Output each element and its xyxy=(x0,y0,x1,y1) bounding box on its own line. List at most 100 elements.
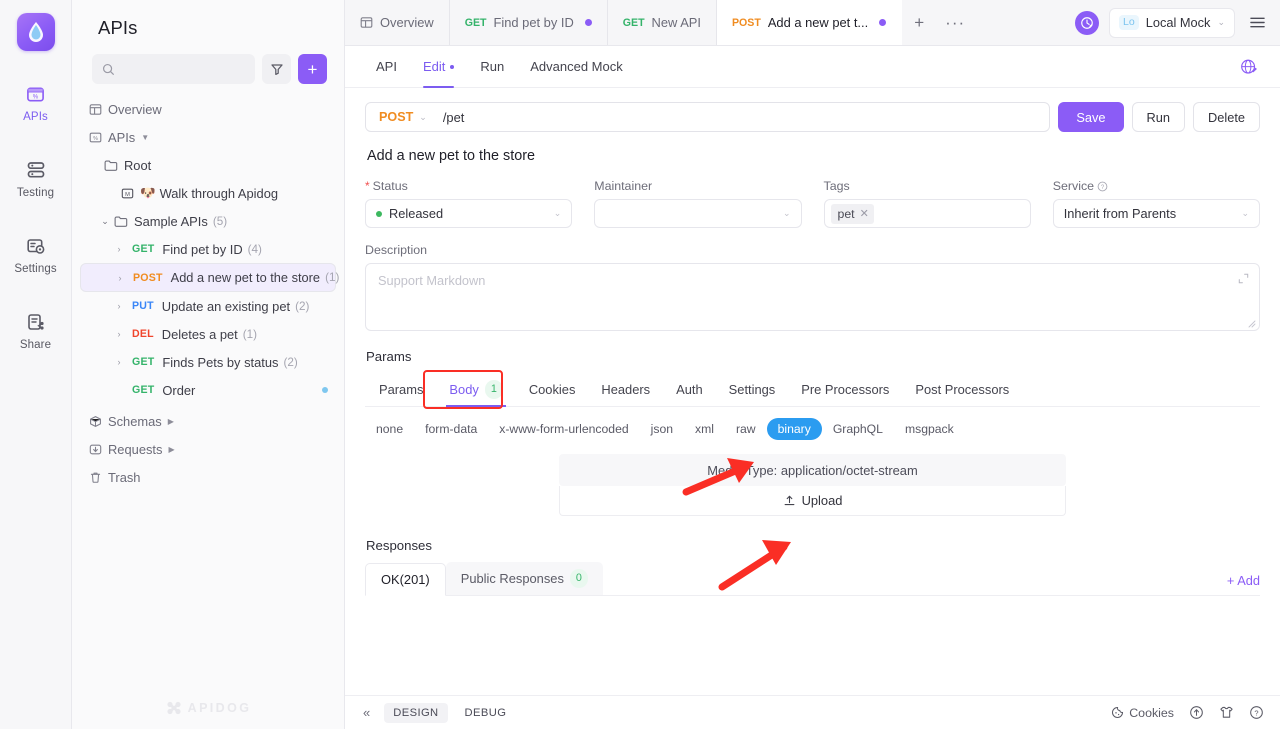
run-button[interactable]: Run xyxy=(1131,102,1185,132)
cookies-button[interactable]: Cookies xyxy=(1111,706,1174,720)
history-button[interactable] xyxy=(1075,10,1100,35)
menu-button[interactable] xyxy=(1242,16,1272,29)
question-icon[interactable]: ? xyxy=(1097,181,1108,192)
tree-item-root[interactable]: Root xyxy=(80,151,336,179)
chevron-right-icon[interactable]: › xyxy=(112,301,126,311)
body-type-x-www-form-urlencoded[interactable]: x-www-form-urlencoded xyxy=(488,418,639,440)
design-mode-button[interactable]: DESIGN xyxy=(384,702,448,723)
params-tab-params[interactable]: Params xyxy=(365,373,436,406)
chevron-down-icon[interactable]: ▼ xyxy=(141,133,149,142)
service-select[interactable]: Inherit from Parents ⌄ xyxy=(1052,199,1260,228)
field-service: Service ? Inherit from Parents ⌄ xyxy=(1052,179,1260,228)
new-tab-button[interactable]: + xyxy=(902,0,936,45)
rail-item-apis[interactable]: % APIs xyxy=(0,73,72,127)
add-api-button[interactable]: + xyxy=(298,54,327,84)
tree-item-add-new-pet[interactable]: › POST Add a new pet to the store (1) xyxy=(80,263,339,292)
chevron-right-icon[interactable]: › xyxy=(113,273,127,283)
tree-item-find-pet-by-id[interactable]: › GET Find pet by ID (4) xyxy=(80,235,336,263)
tab-new-api[interactable]: GET New API xyxy=(608,0,717,45)
tag-chip[interactable]: pet ✕ xyxy=(830,203,874,224)
close-icon[interactable]: ✕ xyxy=(860,207,869,220)
field-tags-label-text: Tags xyxy=(823,179,850,193)
search-box[interactable] xyxy=(92,54,255,84)
tree-item-walkthrough[interactable]: M 🐶 Walk through Apidog xyxy=(80,179,336,207)
shirt-icon[interactable] xyxy=(1219,705,1234,720)
folder-icon xyxy=(112,215,130,228)
response-tab-ok201[interactable]: OK(201) xyxy=(365,563,446,596)
tree-item-overview[interactable]: Overview xyxy=(80,95,336,123)
tab-find-pet-by-id[interactable]: GET Find pet by ID xyxy=(450,0,608,45)
search-input[interactable] xyxy=(121,62,245,76)
params-tab-auth[interactable]: Auth xyxy=(663,373,716,406)
url-box[interactable]: POST ⌄ xyxy=(365,102,1051,132)
tree-item-requests[interactable]: Requests ▶ xyxy=(80,435,336,463)
method-selector[interactable]: POST ⌄ xyxy=(366,110,438,124)
globe-pencil-icon[interactable] xyxy=(1240,58,1258,76)
add-response-button[interactable]: + Add xyxy=(1227,573,1260,595)
tree-item-update-existing-pet[interactable]: › PUT Update an existing pet (2) xyxy=(80,292,336,320)
tree-item-sample-apis[interactable]: ⌄ Sample APIs (5) xyxy=(80,207,336,235)
expand-icon[interactable] xyxy=(1238,273,1249,284)
params-tab-headers[interactable]: Headers xyxy=(588,373,663,406)
debug-mode-button[interactable]: DEBUG xyxy=(456,703,516,723)
resize-handle[interactable] xyxy=(1247,319,1256,328)
delete-button[interactable]: Delete xyxy=(1193,102,1260,132)
response-tab-public-responses[interactable]: Public Responses 0 xyxy=(445,562,603,595)
rail-item-settings[interactable]: Settings xyxy=(0,225,72,279)
more-tabs-button[interactable]: ··· xyxy=(936,0,974,45)
body-type-none[interactable]: none xyxy=(365,418,414,440)
collapse-left-icon[interactable]: « xyxy=(357,705,376,720)
rail-item-share[interactable]: Share xyxy=(0,301,72,355)
tab-run[interactable]: Run xyxy=(467,46,517,88)
params-tab-body[interactable]: Body 1 xyxy=(436,373,515,407)
tab-api[interactable]: API xyxy=(363,46,410,88)
save-button[interactable]: Save xyxy=(1058,102,1124,132)
chevron-right-icon[interactable]: › xyxy=(112,244,126,254)
chevron-right-icon[interactable]: › xyxy=(112,329,126,339)
tree-item-root-label: Root xyxy=(124,157,152,173)
tree-item-order[interactable]: GET Order xyxy=(80,376,336,404)
upload-circle-icon[interactable] xyxy=(1189,705,1204,720)
help-circle-icon[interactable]: ? xyxy=(1249,705,1264,720)
chevron-right-icon[interactable]: ▶ xyxy=(168,445,174,454)
body-type-raw[interactable]: raw xyxy=(725,418,767,440)
environment-selector[interactable]: Lo Local Mock ⌄ xyxy=(1109,7,1235,38)
responses-tabs: OK(201) Public Responses 0 + Add xyxy=(365,562,1260,596)
tree-item-finds-pets-by-status[interactable]: › GET Finds Pets by status (2) xyxy=(80,348,336,376)
body-type-xml[interactable]: xml xyxy=(684,418,725,440)
tree-item-trash[interactable]: Trash xyxy=(80,463,336,491)
upload-button[interactable]: Upload xyxy=(559,486,1066,516)
params-tab-post-processors[interactable]: Post Processors xyxy=(902,373,1022,406)
tab-add-a-new-pet[interactable]: POST Add a new pet t... xyxy=(716,0,903,45)
tree-item-schemas[interactable]: Schemas ▶ xyxy=(80,407,336,435)
body-type-form-data[interactable]: form-data xyxy=(414,418,488,440)
field-status-label-text: Status xyxy=(372,179,408,193)
path-input[interactable] xyxy=(437,109,1050,125)
tree-item-apis[interactable]: % APIs ▼ xyxy=(80,123,336,151)
filter-button[interactable] xyxy=(262,54,291,84)
tree-item-deletes-a-pet[interactable]: › DEL Deletes a pet (1) xyxy=(80,320,336,348)
params-tab-settings[interactable]: Settings xyxy=(716,373,789,406)
field-maintainer-label: Maintainer xyxy=(594,179,801,193)
rail-item-testing[interactable]: Testing xyxy=(0,149,72,203)
body-type-json[interactable]: json xyxy=(640,418,684,440)
apis-small-icon: % xyxy=(86,131,104,144)
maintainer-select[interactable]: ⌄ xyxy=(594,199,802,228)
body-type-binary[interactable]: binary xyxy=(766,418,822,440)
description-textarea[interactable]: Support Markdown xyxy=(365,263,1260,331)
params-tab-cookies[interactable]: Cookies xyxy=(516,373,589,406)
tab-edit[interactable]: Edit xyxy=(410,46,467,88)
field-status-label: * Status xyxy=(365,179,572,193)
tab-overview[interactable]: Overview xyxy=(345,0,450,45)
params-tab-pre-processors[interactable]: Pre Processors xyxy=(788,373,902,406)
chevron-down-icon: ⌄ xyxy=(1241,208,1249,218)
tags-input[interactable]: pet ✕ xyxy=(823,199,1031,228)
body-type-graphql[interactable]: GraphQL xyxy=(822,418,894,440)
chevron-open-icon[interactable]: ⌄ xyxy=(98,216,112,227)
method-badge: GET xyxy=(132,243,155,255)
chevron-right-icon[interactable]: › xyxy=(112,357,126,367)
body-type-msgpack[interactable]: msgpack xyxy=(894,418,965,440)
tab-advanced-mock[interactable]: Advanced Mock xyxy=(517,46,636,88)
chevron-right-icon[interactable]: ▶ xyxy=(168,417,174,426)
status-select[interactable]: Released ⌄ xyxy=(365,199,573,228)
